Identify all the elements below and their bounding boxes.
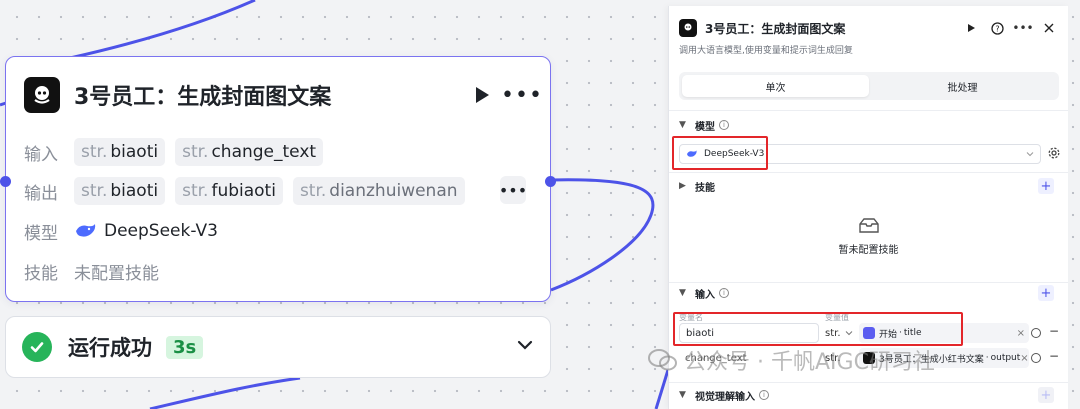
panel-description: 调用大语言模型,使用变量和提示词生成回复 xyxy=(679,46,853,56)
input-tag: str. biaoti xyxy=(74,138,166,166)
play-icon xyxy=(476,87,489,103)
run-mode-tabs: 单次 批处理 xyxy=(679,72,1059,100)
skill-value: 未配置技能 xyxy=(74,263,159,284)
duration-badge: 3s xyxy=(166,335,204,359)
add-skill-button[interactable]: + xyxy=(1038,178,1054,194)
close-icon[interactable] xyxy=(1040,19,1058,37)
node-more-button[interactable]: ••• xyxy=(501,83,542,108)
caret-down-icon: ▼ xyxy=(679,288,686,298)
info-icon: i xyxy=(719,120,729,130)
llm-logo-icon xyxy=(24,77,60,113)
add-vision-input-button[interactable]: + xyxy=(1038,387,1054,403)
more-icon[interactable]: ••• xyxy=(1012,19,1033,37)
node-skill-row: 技能 未配置技能 xyxy=(24,256,536,286)
clear-icon[interactable]: × xyxy=(1020,353,1028,364)
vision-section-header[interactable]: ▼ 视觉理解输入 i + xyxy=(679,386,1054,404)
target-icon[interactable] xyxy=(1031,328,1041,338)
model-label: 模型 xyxy=(24,223,58,244)
input-section-header[interactable]: ▼ 输入 i + xyxy=(679,284,1054,302)
llm-logo-icon xyxy=(679,19,697,37)
run-status-bar[interactable]: 运行成功 3s xyxy=(5,316,551,378)
caret-right-icon: ▶ xyxy=(679,181,686,191)
clear-icon[interactable]: × xyxy=(1017,328,1025,339)
help-icon[interactable]: ? xyxy=(988,19,1006,37)
output-port[interactable] xyxy=(545,176,556,187)
input-highlight-box xyxy=(673,312,963,346)
svg-text:?: ? xyxy=(995,24,999,33)
input-tag: str. change_text xyxy=(175,138,324,166)
output-more-button[interactable]: ••• xyxy=(499,176,527,204)
caret-down-icon: ▼ xyxy=(679,390,686,400)
chevron-down-icon xyxy=(1026,152,1034,157)
success-check-icon xyxy=(22,332,52,362)
skill-empty-text: 暂未配置技能 xyxy=(838,245,899,256)
output-tag: str. biaoti xyxy=(74,177,166,205)
model-section-header[interactable]: ▼ 模型 i xyxy=(679,116,1054,134)
output-tag: str. dianzhuiwenan xyxy=(292,177,465,205)
model-value: DeepSeek-V3 xyxy=(104,221,218,241)
input-label: 输入 xyxy=(24,144,58,165)
caret-down-icon: ▼ xyxy=(679,120,686,130)
output-label: 输出 xyxy=(24,183,58,204)
tab-batch[interactable]: 批处理 xyxy=(869,75,1056,97)
node-output-row: 输出 str. biaoti str. fubiaoti str. dianzhuiw… xyxy=(24,176,536,206)
llm-node-card[interactable]: 3号员工：生成封面图文案 ••• 输入 str. biaoti str. chang… xyxy=(0,56,556,302)
input-port[interactable] xyxy=(0,176,11,187)
info-icon: i xyxy=(759,390,769,400)
skill-label: 技能 xyxy=(24,263,58,284)
run-node-button[interactable] xyxy=(470,83,494,107)
panel-title: 3号员工：生成封面图文案 xyxy=(705,21,846,36)
watermark: 公众号 · 千帆AIGC研习社 xyxy=(648,344,935,376)
remove-input-button[interactable]: − xyxy=(1049,324,1059,338)
output-tag: str. fubiaoti xyxy=(175,177,283,205)
skill-empty-state: 暂未配置技能 xyxy=(669,216,1068,256)
node-input-row: 输入 str. biaoti str. change_text xyxy=(24,137,536,167)
node-model-row: 模型 DeepSeek-V3 xyxy=(24,216,536,246)
divider xyxy=(669,172,1068,173)
tab-single[interactable]: 单次 xyxy=(682,75,869,97)
wechat-icon xyxy=(648,349,677,371)
play-icon[interactable] xyxy=(962,19,980,37)
info-icon: i xyxy=(719,288,729,298)
deepseek-whale-icon xyxy=(76,224,96,237)
gear-icon[interactable] xyxy=(1047,146,1061,160)
node-title: 3号员工：生成封面图文案 xyxy=(74,85,332,110)
node-header: 3号员工：生成封面图文案 ••• xyxy=(24,77,542,113)
empty-box-icon xyxy=(858,218,879,233)
status-text: 运行成功 xyxy=(68,336,152,360)
divider xyxy=(669,282,1068,283)
model-highlight-box xyxy=(672,136,768,170)
panel-header: 3号员工：生成封面图文案 ? ••• xyxy=(679,18,1058,38)
chevron-down-icon[interactable] xyxy=(516,336,534,358)
remove-input-button[interactable]: − xyxy=(1049,349,1059,363)
skill-section-header[interactable]: ▶ 技能 + xyxy=(679,177,1054,195)
target-icon[interactable] xyxy=(1031,353,1041,363)
add-input-button[interactable]: + xyxy=(1038,285,1054,301)
divider xyxy=(669,110,1068,111)
divider xyxy=(669,382,1068,383)
